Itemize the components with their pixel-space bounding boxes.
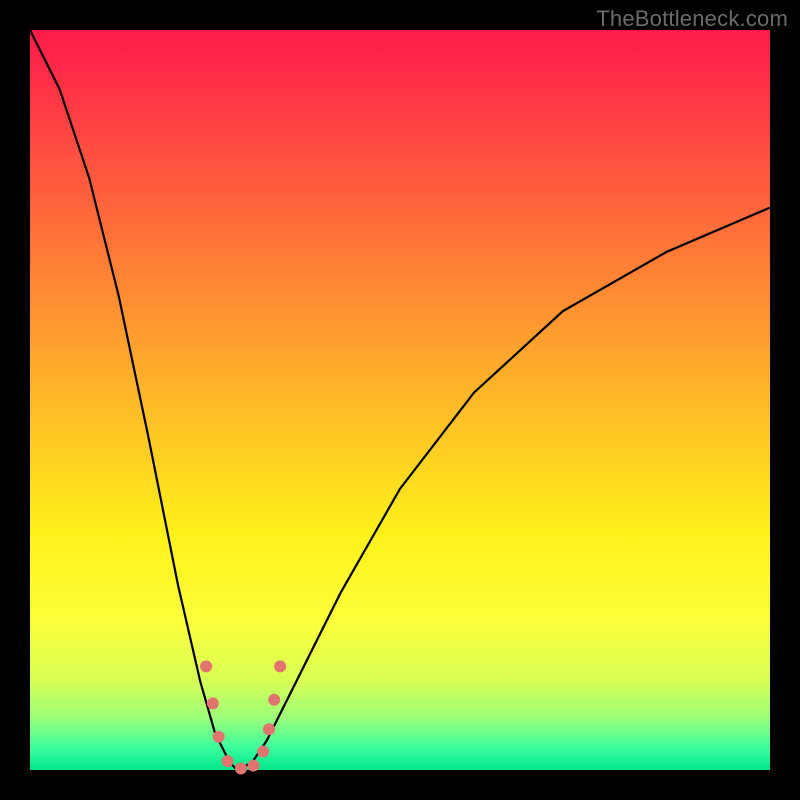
curve-marker (268, 694, 280, 706)
curve-marker (222, 755, 234, 767)
curve-marker (257, 746, 269, 758)
curve-marker (213, 731, 225, 743)
watermark-text: TheBottleneck.com (596, 6, 788, 32)
chart-canvas (0, 0, 800, 800)
curve-marker (207, 697, 219, 709)
curve-marker (235, 763, 247, 775)
curve-marker (248, 760, 260, 772)
curve-marker (274, 660, 286, 672)
curve-marker (263, 723, 275, 735)
curve-marker (200, 660, 212, 672)
